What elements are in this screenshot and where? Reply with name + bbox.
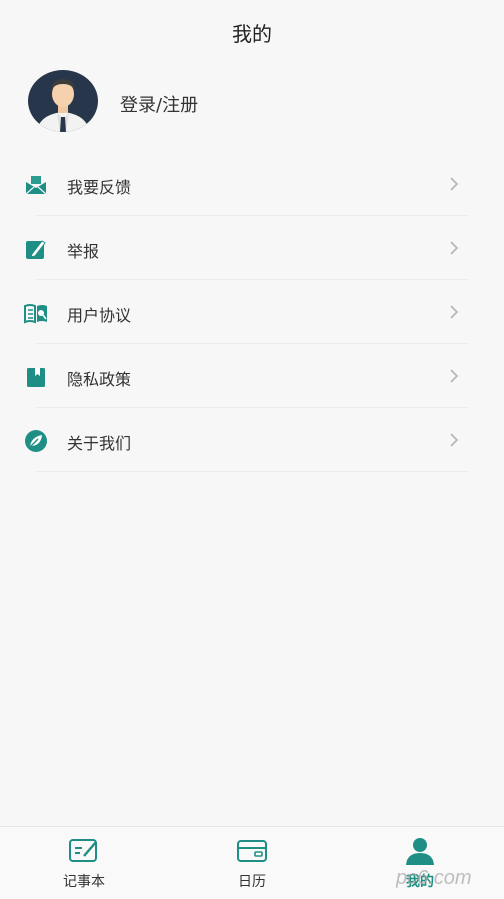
tab-notepad[interactable]: 记事本: [34, 827, 134, 899]
menu-label-feedback: 我要反馈: [67, 178, 132, 197]
avatar[interactable]: [28, 70, 98, 132]
menu-label-user-agreement: 用户协议: [67, 306, 132, 325]
menu-label-report: 举报: [67, 242, 100, 261]
profile-section[interactable]: 登录/注册: [0, 70, 504, 136]
chevron-right-icon: [448, 432, 460, 448]
menu-item-feedback[interactable]: 我要反馈: [0, 152, 504, 216]
menu-item-user-agreement[interactable]: 用户协议: [0, 280, 504, 344]
person-icon: [404, 837, 436, 865]
calendar-card-icon: [236, 837, 268, 865]
page-title: 我的: [232, 21, 272, 46]
tab-label-notepad: 记事本: [63, 874, 105, 890]
menu-label-about-us: 关于我们: [67, 434, 132, 453]
chevron-right-icon: [448, 176, 460, 192]
page-header: 我的: [0, 0, 504, 64]
edit-report-icon: [24, 237, 48, 261]
feedback-mail-icon: [24, 173, 48, 197]
login-register-link[interactable]: 登录/注册: [120, 91, 198, 117]
tab-label-calendar: 日历: [238, 874, 266, 890]
pc6-watermark-logo: pc6.com: [395, 864, 496, 890]
leaf-info-icon: [24, 429, 48, 453]
book-search-icon: [24, 301, 48, 325]
settings-menu: 我要反馈 举报 用户协议 隐私政策 关于我们: [0, 152, 504, 472]
bookmark-book-icon: [24, 365, 48, 389]
chevron-right-icon: [448, 304, 460, 320]
watermark-text: pc6.com: [396, 867, 472, 889]
user-avatar-icon: [28, 70, 98, 132]
menu-item-about-us[interactable]: 关于我们: [0, 408, 504, 472]
menu-item-privacy-policy[interactable]: 隐私政策: [0, 344, 504, 408]
divider: [36, 471, 468, 472]
chevron-right-icon: [448, 368, 460, 384]
menu-item-report[interactable]: 举报: [0, 216, 504, 280]
menu-label-privacy-policy: 隐私政策: [67, 370, 132, 389]
chevron-right-icon: [448, 240, 460, 256]
notepad-icon: [68, 837, 100, 865]
tab-calendar[interactable]: 日历: [202, 827, 302, 899]
